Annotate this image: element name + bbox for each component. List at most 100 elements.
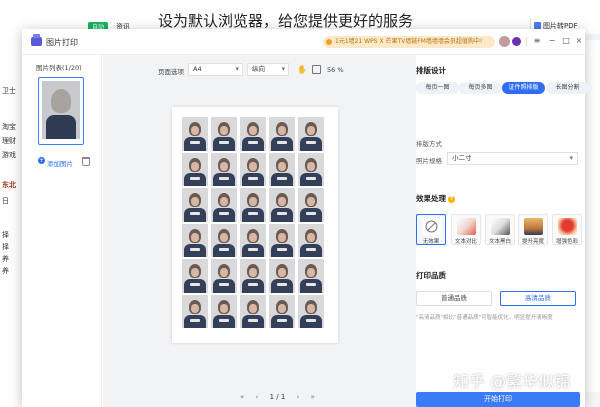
- minimize-button[interactable]: −: [546, 35, 558, 47]
- fit-page-icon[interactable]: [312, 65, 321, 74]
- image-list-panel: 图片列表(1/20) 添加图片: [22, 55, 102, 407]
- effect-label: 文本黑白: [488, 239, 511, 245]
- first-page-button[interactable]: «: [240, 393, 244, 401]
- bg-left-item[interactable]: 卫士: [2, 86, 16, 96]
- photo-face: [189, 299, 201, 314]
- quality-hd-button[interactable]: 高清品质: [500, 291, 576, 306]
- photo-body: [213, 172, 235, 186]
- dialog-title: 图片打印: [46, 38, 78, 47]
- mode-id-photo-layout[interactable]: 证件照排版: [502, 82, 545, 94]
- photo-face: [276, 228, 288, 243]
- id-photo-tile: [182, 117, 208, 151]
- preview-toolbar: 页面选项 A4 纵向 ✋ 56 %: [103, 63, 416, 77]
- photo-face: [247, 193, 259, 207]
- help-icon[interactable]: ?: [448, 195, 455, 203]
- effect-label: 提升亮度: [521, 239, 544, 245]
- orientation-select[interactable]: 纵向: [247, 63, 289, 76]
- next-page-button[interactable]: ›: [297, 393, 300, 401]
- bg-left-item[interactable]: 择: [2, 242, 9, 252]
- photo-body: [300, 243, 322, 257]
- effect-brighten[interactable]: 提升亮度: [518, 214, 548, 245]
- id-photo-grid: [182, 117, 324, 328]
- image-thumbnail[interactable]: [38, 77, 84, 145]
- effect-label: 增强色彩: [555, 239, 578, 245]
- page-navigator: « ‹ 1 / 1 › »: [240, 393, 324, 401]
- photo-face: [218, 228, 230, 243]
- bg-left-sidebar: 卫士 淘宝 理财 游戏 东北 日 择 择 养 养: [0, 30, 22, 407]
- id-photo-tile: [269, 152, 295, 186]
- thumbnail-photo: [42, 81, 80, 139]
- photo-face: [305, 299, 317, 314]
- close-button[interactable]: ×: [573, 35, 585, 47]
- bg-left-item[interactable]: 择: [2, 230, 9, 240]
- user-avatar[interactable]: [499, 36, 510, 47]
- id-photo-tile: [298, 188, 324, 222]
- bg-left-item[interactable]: 日: [2, 196, 9, 206]
- photo-body: [300, 279, 322, 293]
- bg-left-item[interactable]: 游戏: [2, 150, 16, 160]
- browser-header: 自动 资讯 设为默认浏览器，给您提供更好的服务: [0, 0, 600, 33]
- zhihu-watermark: 知乎 @繁华似锦: [453, 372, 571, 391]
- photo-body: [242, 137, 264, 151]
- vip-badge-icon[interactable]: [512, 37, 521, 46]
- effect-none[interactable]: 无效果: [416, 214, 446, 245]
- id-photo-tile: [298, 117, 324, 151]
- id-photo-tile: [269, 259, 295, 293]
- id-photo-tile: [211, 188, 237, 222]
- photo-size-label: 照片规格: [416, 157, 442, 165]
- bg-left-item[interactable]: 理财: [2, 136, 16, 146]
- bg-left-item[interactable]: 东北: [2, 180, 16, 190]
- effect-text-bw[interactable]: 文本黑白: [485, 214, 515, 245]
- id-photo-tile: [240, 117, 266, 151]
- zoom-level[interactable]: 56 %: [327, 66, 344, 74]
- photo-body: [271, 172, 293, 186]
- quality-section-title: 打印品质: [416, 271, 446, 280]
- prev-page-button[interactable]: ‹: [256, 393, 259, 401]
- layout-method-label: 排版方式: [416, 140, 442, 148]
- photo-body: [271, 279, 293, 293]
- start-print-button[interactable]: 开始打印: [416, 392, 580, 407]
- thumbnail-body: [46, 115, 76, 139]
- bg-left-item[interactable]: 养: [2, 266, 9, 276]
- photo-body: [242, 279, 264, 293]
- photo-body: [184, 208, 206, 222]
- photo-face: [189, 193, 201, 207]
- photo-size-select[interactable]: 小二寸: [447, 152, 578, 165]
- photo-face: [247, 122, 259, 136]
- last-page-button[interactable]: »: [311, 393, 315, 401]
- photo-body: [300, 137, 322, 151]
- bg-left-item[interactable]: 淘宝: [2, 122, 16, 132]
- effect-enhance-color[interactable]: 增强色彩: [552, 214, 582, 245]
- bg-left-item[interactable]: 养: [2, 254, 9, 264]
- paper-size-select[interactable]: A4: [188, 63, 243, 76]
- quality-normal-button[interactable]: 普通品质: [416, 291, 492, 306]
- photo-body: [213, 314, 235, 328]
- trash-icon[interactable]: [82, 157, 90, 166]
- photo-face: [189, 157, 201, 172]
- effect-section-title: 效果处理?: [416, 193, 455, 204]
- promo-text: 1元1墙21 WPS X 芒果TV墙链FM墙墙墙会员超值购中!: [335, 38, 483, 45]
- no-effect-icon: [422, 218, 441, 235]
- hand-tool-icon[interactable]: ✋: [297, 65, 307, 74]
- id-photo-tile: [182, 152, 208, 186]
- effect-label: 无效果: [422, 239, 440, 245]
- mode-long-image-split[interactable]: 长图分割: [546, 82, 589, 94]
- add-image-button[interactable]: 添加图片: [38, 157, 73, 168]
- id-photo-tile: [211, 294, 237, 328]
- photo-face: [276, 122, 288, 136]
- thumbnail-face: [51, 89, 71, 113]
- photo-body: [271, 137, 293, 151]
- mode-one-per-page[interactable]: 每页一图: [416, 82, 459, 94]
- printer-icon: [31, 34, 42, 46]
- page-options-label: 页面选项: [158, 68, 184, 76]
- id-photo-tile: [240, 259, 266, 293]
- photo-face: [247, 264, 259, 278]
- photo-body: [271, 243, 293, 257]
- effect-text-contrast[interactable]: 文本对比: [451, 214, 481, 245]
- menu-icon[interactable]: ≡: [531, 35, 543, 47]
- photo-body: [184, 137, 206, 151]
- maximize-button[interactable]: □: [560, 35, 572, 47]
- promo-banner[interactable]: 1元1墙21 WPS X 芒果TV墙链FM墙墙墙会员超值购中!: [323, 36, 495, 48]
- mode-multi-per-page[interactable]: 每页多图: [459, 82, 502, 94]
- photo-body: [271, 208, 293, 222]
